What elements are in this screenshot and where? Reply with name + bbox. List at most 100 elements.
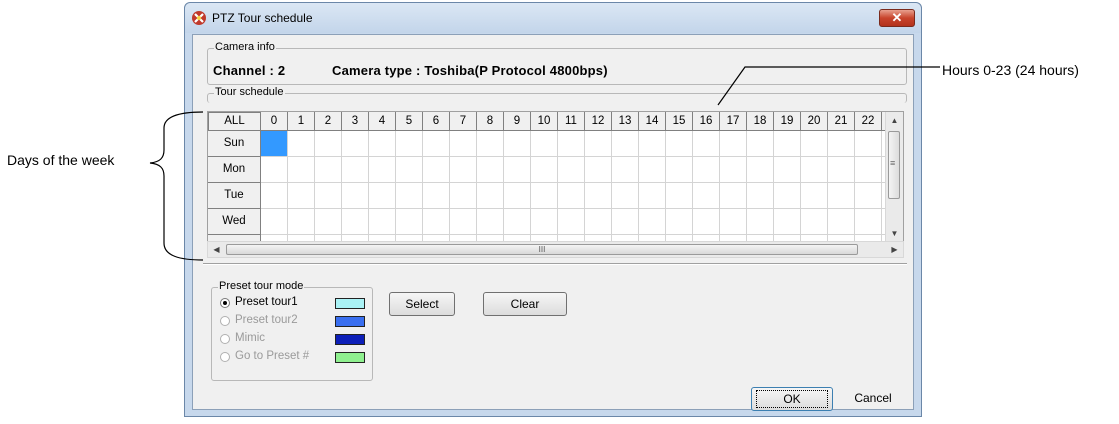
schedule-cell[interactable] (828, 131, 855, 157)
ok-button[interactable]: OK (751, 387, 833, 411)
schedule-cell[interactable] (558, 157, 585, 183)
schedule-cell[interactable] (423, 183, 450, 209)
schedule-cell[interactable] (504, 131, 531, 157)
schedule-cell[interactable] (423, 157, 450, 183)
hour-header-15[interactable]: 15 (666, 112, 693, 131)
schedule-cell[interactable] (396, 157, 423, 183)
radio-button[interactable] (220, 298, 230, 308)
schedule-cell[interactable] (666, 157, 693, 183)
schedule-cell[interactable] (693, 183, 720, 209)
schedule-cell[interactable] (720, 131, 747, 157)
hour-header-12[interactable]: 12 (585, 112, 612, 131)
hour-header-10[interactable]: 10 (531, 112, 558, 131)
hour-header-3[interactable]: 3 (342, 112, 369, 131)
schedule-cell[interactable] (477, 131, 504, 157)
schedule-cell[interactable] (855, 157, 882, 183)
schedule-cell[interactable] (855, 209, 882, 235)
schedule-cell[interactable] (774, 183, 801, 209)
hour-header-18[interactable]: 18 (747, 112, 774, 131)
schedule-cell[interactable] (747, 183, 774, 209)
hour-header-14[interactable]: 14 (639, 112, 666, 131)
schedule-cell[interactable] (585, 209, 612, 235)
hour-header-2[interactable]: 2 (315, 112, 342, 131)
close-button[interactable]: ✕ (879, 9, 915, 27)
schedule-cell[interactable] (612, 183, 639, 209)
clear-button[interactable]: Clear (483, 292, 567, 316)
hour-header-8[interactable]: 8 (477, 112, 504, 131)
scroll-left-icon[interactable]: ◀ (208, 241, 225, 258)
scroll-down-icon[interactable]: ▼ (886, 225, 903, 242)
schedule-cell[interactable] (288, 131, 315, 157)
schedule-cell[interactable] (720, 157, 747, 183)
schedule-cell[interactable] (531, 209, 558, 235)
schedule-cell[interactable] (342, 131, 369, 157)
schedule-cell[interactable] (639, 131, 666, 157)
schedule-cell[interactable] (801, 157, 828, 183)
schedule-cell[interactable] (801, 131, 828, 157)
schedule-cell[interactable] (450, 131, 477, 157)
schedule-cell[interactable] (693, 209, 720, 235)
schedule-cell[interactable] (423, 209, 450, 235)
horizontal-scrollbar[interactable]: ◀ III ▶ (207, 241, 904, 258)
schedule-cell[interactable] (342, 183, 369, 209)
schedule-cell[interactable] (369, 209, 396, 235)
schedule-cell[interactable] (423, 131, 450, 157)
schedule-cell[interactable] (828, 157, 855, 183)
schedule-cell[interactable] (477, 157, 504, 183)
hour-header-9[interactable]: 9 (504, 112, 531, 131)
schedule-cell[interactable] (261, 183, 288, 209)
select-all-header[interactable]: ALL (208, 112, 261, 131)
schedule-cell[interactable] (450, 183, 477, 209)
hour-header-22[interactable]: 22 (855, 112, 882, 131)
schedule-cell[interactable] (261, 131, 288, 157)
schedule-cell[interactable] (450, 157, 477, 183)
schedule-cell[interactable] (666, 131, 693, 157)
day-header-wed[interactable]: Wed (208, 209, 261, 235)
schedule-cell[interactable] (774, 157, 801, 183)
schedule-cell[interactable] (639, 209, 666, 235)
schedule-cell[interactable] (828, 209, 855, 235)
schedule-cell[interactable] (504, 183, 531, 209)
schedule-cell[interactable] (369, 183, 396, 209)
schedule-cell[interactable] (693, 157, 720, 183)
hour-header-7[interactable]: 7 (450, 112, 477, 131)
day-header-mon[interactable]: Mon (208, 157, 261, 183)
schedule-cell[interactable] (801, 183, 828, 209)
schedule-cell[interactable] (477, 209, 504, 235)
hour-header-1[interactable]: 1 (288, 112, 315, 131)
schedule-cell[interactable] (558, 209, 585, 235)
schedule-cell[interactable] (693, 131, 720, 157)
schedule-cell[interactable] (747, 209, 774, 235)
schedule-cell[interactable] (639, 183, 666, 209)
schedule-cell[interactable] (450, 209, 477, 235)
schedule-cell[interactable] (288, 157, 315, 183)
schedule-cell[interactable] (639, 157, 666, 183)
schedule-cell[interactable] (720, 209, 747, 235)
schedule-cell[interactable] (261, 209, 288, 235)
schedule-cell[interactable] (720, 183, 747, 209)
scroll-up-icon[interactable]: ▲ (886, 112, 903, 129)
schedule-cell[interactable] (828, 183, 855, 209)
hour-header-5[interactable]: 5 (396, 112, 423, 131)
hour-header-11[interactable]: 11 (558, 112, 585, 131)
schedule-cell[interactable] (531, 183, 558, 209)
schedule-cell[interactable] (504, 157, 531, 183)
schedule-cell[interactable] (315, 131, 342, 157)
title-bar[interactable]: PTZ Tour schedule ✕ (185, 3, 921, 33)
schedule-cell[interactable] (531, 131, 558, 157)
schedule-cell[interactable] (396, 131, 423, 157)
schedule-cell[interactable] (585, 157, 612, 183)
schedule-cell[interactable] (747, 131, 774, 157)
schedule-cell[interactable] (342, 157, 369, 183)
select-button[interactable]: Select (389, 292, 455, 316)
schedule-cell[interactable] (747, 157, 774, 183)
schedule-cell[interactable] (288, 183, 315, 209)
schedule-cell[interactable] (558, 183, 585, 209)
schedule-cell[interactable] (315, 183, 342, 209)
schedule-cell[interactable] (585, 131, 612, 157)
schedule-cell[interactable] (585, 183, 612, 209)
schedule-cell[interactable] (774, 131, 801, 157)
schedule-cell[interactable] (342, 209, 369, 235)
schedule-cell[interactable] (369, 157, 396, 183)
schedule-cell[interactable] (666, 183, 693, 209)
